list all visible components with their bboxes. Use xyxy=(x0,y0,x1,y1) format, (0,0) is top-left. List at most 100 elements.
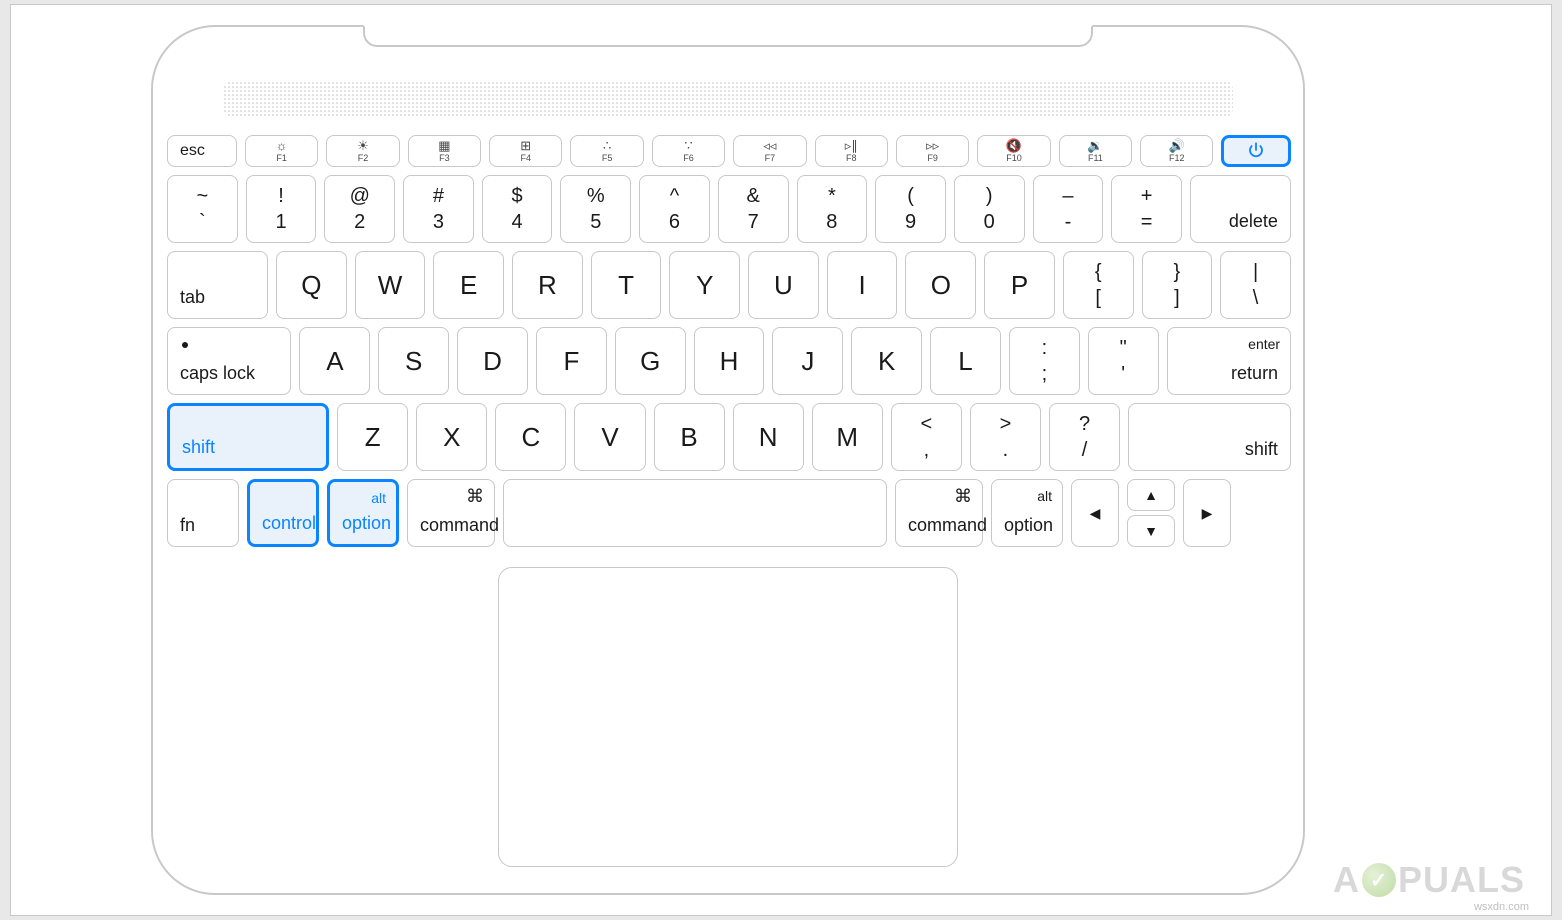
key-n[interactable]: N xyxy=(733,403,804,471)
key-tab[interactable]: tab xyxy=(167,251,268,319)
key-shift-label: } xyxy=(1174,262,1181,282)
key-control[interactable]: control xyxy=(247,479,319,547)
key-shift-label: ~ xyxy=(197,186,209,206)
key-label: O xyxy=(931,272,951,298)
key-m[interactable]: M xyxy=(812,403,883,471)
key-esc[interactable]: esc xyxy=(167,135,237,167)
key-capslock[interactable]: caps lock xyxy=(167,327,291,395)
key-f12[interactable]: 🔊F12 xyxy=(1140,135,1213,167)
key-f3[interactable]: ▦F3 xyxy=(408,135,481,167)
key-label: 5 xyxy=(590,212,601,232)
trackpad[interactable] xyxy=(498,567,958,867)
key-s[interactable]: S xyxy=(378,327,449,395)
key-f11[interactable]: 🔉F11 xyxy=(1059,135,1132,167)
key-f7[interactable]: ◃◃F7 xyxy=(733,135,806,167)
key-f9[interactable]: ▹▹F9 xyxy=(896,135,969,167)
key-r[interactable]: R xyxy=(512,251,583,319)
key-label: ` xyxy=(199,212,206,232)
key-arrow-left[interactable]: ◀ xyxy=(1071,479,1119,547)
key-label: C xyxy=(522,424,541,450)
key-f6[interactable]: ∵F6 xyxy=(652,135,725,167)
key-o[interactable]: O xyxy=(905,251,976,319)
key-delete[interactable]: delete xyxy=(1190,175,1291,243)
key-label: command xyxy=(908,515,987,536)
key-bracket-l[interactable]: {[ xyxy=(1063,251,1134,319)
key-2[interactable]: @2 xyxy=(324,175,395,243)
key-period[interactable]: >. xyxy=(970,403,1041,471)
key-f1[interactable]: ☼F1 xyxy=(245,135,318,167)
key-command-left[interactable]: ⌘ command xyxy=(407,479,495,547)
key-d[interactable]: D xyxy=(457,327,528,395)
key-9[interactable]: (9 xyxy=(875,175,946,243)
key-minus[interactable]: –- xyxy=(1033,175,1104,243)
key-f[interactable]: F xyxy=(536,327,607,395)
key-e[interactable]: E xyxy=(433,251,504,319)
key-shift-label: " xyxy=(1120,338,1127,358)
key-option-right[interactable]: alt option xyxy=(991,479,1063,547)
key-1[interactable]: !1 xyxy=(246,175,317,243)
key-bracket-r[interactable]: }] xyxy=(1142,251,1213,319)
key-label: 9 xyxy=(905,212,916,232)
key-power[interactable] xyxy=(1221,135,1291,167)
key-slash[interactable]: ?/ xyxy=(1049,403,1120,471)
key-p[interactable]: P xyxy=(984,251,1055,319)
key-arrow-up[interactable]: ▲ xyxy=(1127,479,1175,511)
key-i[interactable]: I xyxy=(827,251,898,319)
key-k[interactable]: K xyxy=(851,327,922,395)
key-c[interactable]: C xyxy=(495,403,566,471)
key-arrow-right[interactable]: ▶ xyxy=(1183,479,1231,547)
key-f4[interactable]: ⊞F4 xyxy=(489,135,562,167)
key-8[interactable]: *8 xyxy=(797,175,868,243)
key-l[interactable]: L xyxy=(930,327,1001,395)
key-b[interactable]: B xyxy=(654,403,725,471)
key-quote[interactable]: "' xyxy=(1088,327,1159,395)
key-label: G xyxy=(640,348,660,374)
key-5[interactable]: %5 xyxy=(560,175,631,243)
key-y[interactable]: Y xyxy=(669,251,740,319)
key-7[interactable]: &7 xyxy=(718,175,789,243)
key-fn[interactable]: fn xyxy=(167,479,239,547)
fkey-icon: ▦ xyxy=(438,139,450,152)
key-0[interactable]: )0 xyxy=(954,175,1025,243)
key-h[interactable]: H xyxy=(694,327,765,395)
key-semicolon[interactable]: :; xyxy=(1009,327,1080,395)
key-t[interactable]: T xyxy=(591,251,662,319)
key-label: fn xyxy=(180,515,195,536)
power-icon xyxy=(1247,141,1265,162)
key-4[interactable]: $4 xyxy=(482,175,553,243)
key-backtick[interactable]: ~` xyxy=(167,175,238,243)
key-j[interactable]: J xyxy=(772,327,843,395)
key-f2[interactable]: ☀F2 xyxy=(326,135,399,167)
key-g[interactable]: G xyxy=(615,327,686,395)
key-shift-left[interactable]: shift xyxy=(167,403,329,471)
key-option-left[interactable]: alt option xyxy=(327,479,399,547)
key-label: E xyxy=(460,272,477,298)
key-backslash[interactable]: |\ xyxy=(1220,251,1291,319)
key-equals[interactable]: += xyxy=(1111,175,1182,243)
key-label: option xyxy=(342,513,391,534)
fkey-icon: ⊞ xyxy=(520,139,531,152)
key-f5[interactable]: ∴F5 xyxy=(570,135,643,167)
key-comma[interactable]: <, xyxy=(891,403,962,471)
key-u[interactable]: U xyxy=(748,251,819,319)
key-shift-right[interactable]: shift xyxy=(1128,403,1291,471)
key-space[interactable] xyxy=(503,479,887,547)
key-f10[interactable]: 🔇F10 xyxy=(977,135,1050,167)
key-q[interactable]: Q xyxy=(276,251,347,319)
key-return[interactable]: enter return xyxy=(1167,327,1291,395)
key-z[interactable]: Z xyxy=(337,403,408,471)
key-a[interactable]: A xyxy=(299,327,370,395)
key-command-right[interactable]: ⌘ command xyxy=(895,479,983,547)
speaker-grille xyxy=(223,81,1233,117)
key-label: F7 xyxy=(765,153,776,163)
key-v[interactable]: V xyxy=(574,403,645,471)
key-3[interactable]: #3 xyxy=(403,175,474,243)
key-w[interactable]: W xyxy=(355,251,426,319)
key-label: [ xyxy=(1095,288,1101,308)
key-label: tab xyxy=(180,287,205,308)
fkey-icon: ☼ xyxy=(276,139,288,152)
key-x[interactable]: X xyxy=(416,403,487,471)
key-arrow-down[interactable]: ▼ xyxy=(1127,515,1175,547)
key-6[interactable]: ^6 xyxy=(639,175,710,243)
key-f8[interactable]: ▹∥F8 xyxy=(815,135,888,167)
